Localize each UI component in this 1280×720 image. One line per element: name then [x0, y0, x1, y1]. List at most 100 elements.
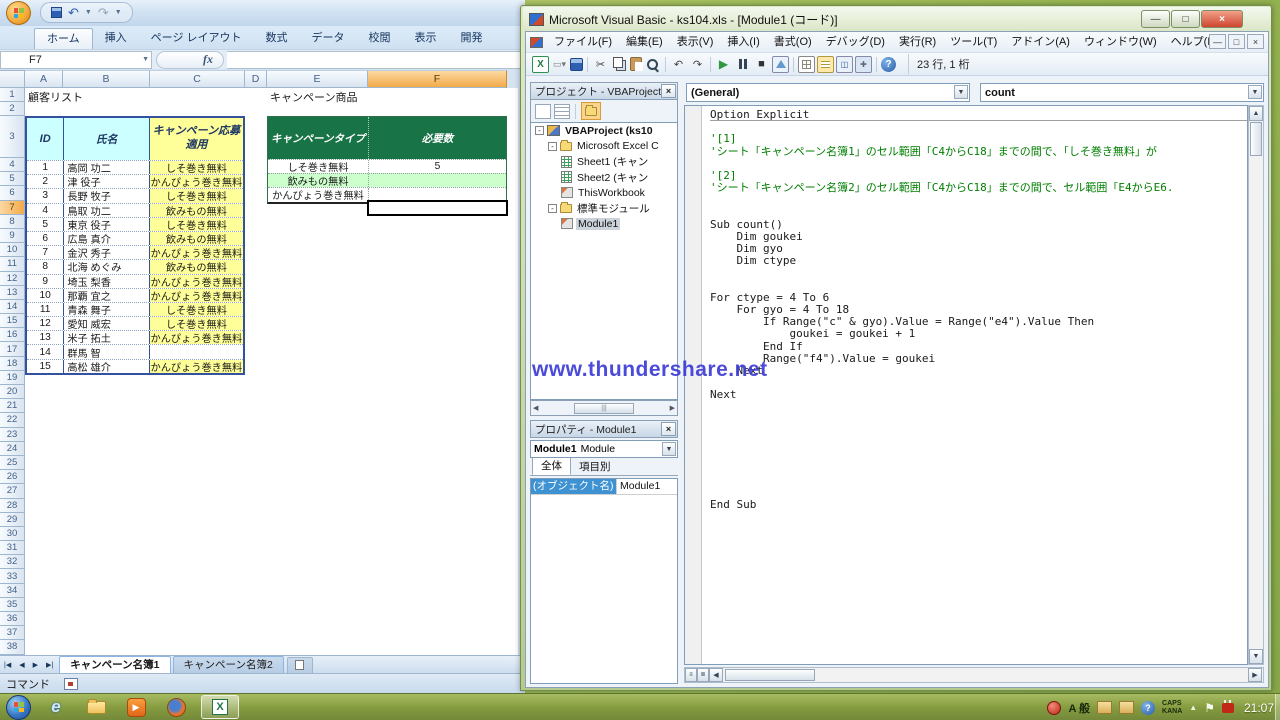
row-header-1[interactable]: 1 [0, 88, 25, 102]
column-header-B[interactable]: B [63, 70, 150, 88]
customer-name-cell[interactable]: 鳥取 功二 [64, 204, 149, 217]
row-header-9[interactable]: 9 [0, 229, 25, 243]
file-explorer-icon[interactable] [81, 695, 111, 720]
customer-id-cell[interactable]: 14 [27, 345, 64, 358]
object-dropdown[interactable]: (General)▼ [686, 83, 970, 102]
selector-dropdown-icon[interactable]: ▼ [662, 442, 676, 456]
customer-name-cell[interactable]: 埼玉 梨香 [64, 275, 149, 288]
mdi-restore-button[interactable]: □ [1228, 34, 1245, 49]
campaign-header-2[interactable]: 必要数 [369, 117, 506, 159]
maximize-button[interactable]: □ [1171, 10, 1200, 28]
row-header-4[interactable]: 4 [0, 158, 25, 172]
row-header-11[interactable]: 11 [0, 257, 25, 271]
caps-kana-indicator[interactable]: CAPSKANA [1162, 700, 1182, 716]
tree-item[interactable]: -VBAProject (ks10 [531, 123, 677, 139]
firefox-icon[interactable] [161, 695, 191, 720]
code-editor[interactable]: Option Explicit '[1]'シート「キャンペーン名簿1」のセル範囲… [684, 105, 1248, 665]
run-icon[interactable]: ▶ [715, 56, 732, 73]
row-header-14[interactable]: 14 [0, 300, 25, 314]
find-icon[interactable] [644, 56, 661, 73]
customer-campaign-cell[interactable]: しそ巻き無料 [150, 189, 243, 202]
customer-name-cell[interactable]: 高松 雄介 [64, 360, 149, 373]
name-box-dropdown-icon[interactable]: ▼ [142, 56, 149, 63]
customer-campaign-cell[interactable]: しそ巻き無料 [150, 317, 243, 330]
row-header-8[interactable]: 8 [0, 215, 25, 229]
minimize-button[interactable]: — [1141, 10, 1170, 28]
row-header-33[interactable]: 33 [0, 569, 25, 583]
toolbox-icon[interactable] [855, 56, 872, 73]
vba-menu-1[interactable]: ファイル(F) [547, 32, 619, 53]
save-icon[interactable] [570, 58, 583, 71]
column-header-E[interactable]: E [267, 70, 368, 88]
row-header-3[interactable]: 3 [0, 116, 25, 158]
customer-name-cell[interactable]: 高岡 功二 [64, 161, 149, 174]
row-header-13[interactable]: 13 [0, 286, 25, 300]
row-header-15[interactable]: 15 [0, 314, 25, 328]
customer-id-cell[interactable]: 1 [27, 161, 64, 174]
row-header-17[interactable]: 17 [0, 342, 25, 356]
customer-id-cell[interactable]: 4 [27, 204, 64, 217]
tree-item[interactable]: -Microsoft Excel C [531, 139, 677, 155]
row-header-35[interactable]: 35 [0, 598, 25, 612]
customer-name-cell[interactable]: 長野 牧子 [64, 189, 149, 202]
customer-name-cell[interactable]: 愛知 威宏 [64, 317, 149, 330]
cut-icon[interactable]: ✂ [592, 56, 609, 73]
customer-id-cell[interactable]: 2 [27, 175, 64, 188]
property-row[interactable]: (オブジェクト名)Module1 [531, 479, 677, 495]
customer-name-cell[interactable]: 北海 めぐみ [64, 260, 149, 273]
expander-icon[interactable]: - [548, 142, 557, 151]
select-all-corner[interactable] [0, 70, 25, 88]
action-center-flag-icon[interactable]: ⚑ [1204, 701, 1215, 715]
properties-tab-2[interactable]: 項目別 [571, 458, 619, 475]
tree-item[interactable]: -標準モジュール [531, 201, 677, 217]
customer-id-cell[interactable]: 12 [27, 317, 64, 330]
procedure-view-icon[interactable]: ≡ [685, 668, 697, 682]
project-panel-title[interactable]: プロジェクト - VBAProject× [530, 82, 678, 100]
sheet-nav-icon-2[interactable]: ◀ [15, 661, 28, 669]
show-hidden-icons[interactable]: ▲ [1189, 703, 1197, 712]
ribbon-tab-5[interactable]: データ [300, 28, 357, 49]
customer-id-cell[interactable]: 15 [27, 360, 64, 373]
tree-item[interactable]: Module1 [531, 216, 677, 232]
column-header-D[interactable]: D [245, 70, 267, 88]
hscroll-thumb[interactable] [725, 669, 815, 681]
macro-record-icon[interactable] [64, 678, 78, 690]
formula-input[interactable] [227, 51, 525, 69]
campaign-type-cell[interactable]: 飲みもの無料 [268, 174, 369, 187]
customer-campaign-cell[interactable]: しそ巻き無料 [150, 161, 243, 174]
row-header-31[interactable]: 31 [0, 541, 25, 555]
excel-view-icon[interactable]: X [532, 56, 549, 73]
customer-campaign-cell[interactable]: かんぴょう巻き無料 [150, 175, 243, 188]
customer-campaign-cell[interactable]: 飲みもの無料 [150, 204, 243, 217]
scroll-up-icon[interactable]: ▲ [1249, 106, 1263, 121]
excel-taskbar-button[interactable]: X [201, 695, 239, 719]
properties-window-icon[interactable] [817, 56, 834, 73]
row-header-2[interactable]: 2 [0, 102, 25, 116]
design-mode-icon[interactable] [772, 56, 789, 73]
vba-menu-5[interactable]: 書式(O) [767, 32, 819, 53]
properties-panel-title[interactable]: プロパティ - Module1× [530, 420, 678, 438]
close-properties-panel-icon[interactable]: × [661, 422, 676, 436]
selected-cell-f7[interactable] [367, 200, 508, 216]
scroll-down-icon[interactable]: ▼ [1249, 649, 1263, 664]
name-box[interactable]: F7▼ [0, 51, 152, 69]
row-header-24[interactable]: 24 [0, 442, 25, 456]
full-module-view-icon[interactable]: ≣ [697, 668, 709, 682]
customer-name-cell[interactable]: 那覇 宜之 [64, 289, 149, 302]
sheet-tab-2[interactable]: キャンペーン名簿2 [173, 656, 284, 673]
scroll-right-icon[interactable]: ▶ [1248, 668, 1262, 682]
customer-header-1[interactable]: ID [27, 118, 64, 160]
reset-icon[interactable]: ■ [753, 56, 770, 73]
taskbar-clock[interactable]: 21:07 [1244, 701, 1274, 715]
vba-menu-2[interactable]: 編集(E) [619, 32, 670, 53]
customer-name-cell[interactable]: 東京 役子 [64, 218, 149, 231]
office-button[interactable] [6, 1, 31, 25]
column-header-C[interactable]: C [150, 70, 245, 88]
campaign-type-cell[interactable]: かんぴょう巻き無料 [268, 188, 369, 201]
internet-explorer-icon[interactable]: e [41, 695, 71, 720]
customer-campaign-cell[interactable]: かんぴょう巻き無料 [150, 275, 243, 288]
customer-name-cell[interactable]: 青森 舞子 [64, 303, 149, 316]
customer-id-cell[interactable]: 10 [27, 289, 64, 302]
properties-object-selector[interactable]: Module1Module ▼ [530, 440, 678, 458]
copy-icon[interactable] [611, 56, 628, 73]
